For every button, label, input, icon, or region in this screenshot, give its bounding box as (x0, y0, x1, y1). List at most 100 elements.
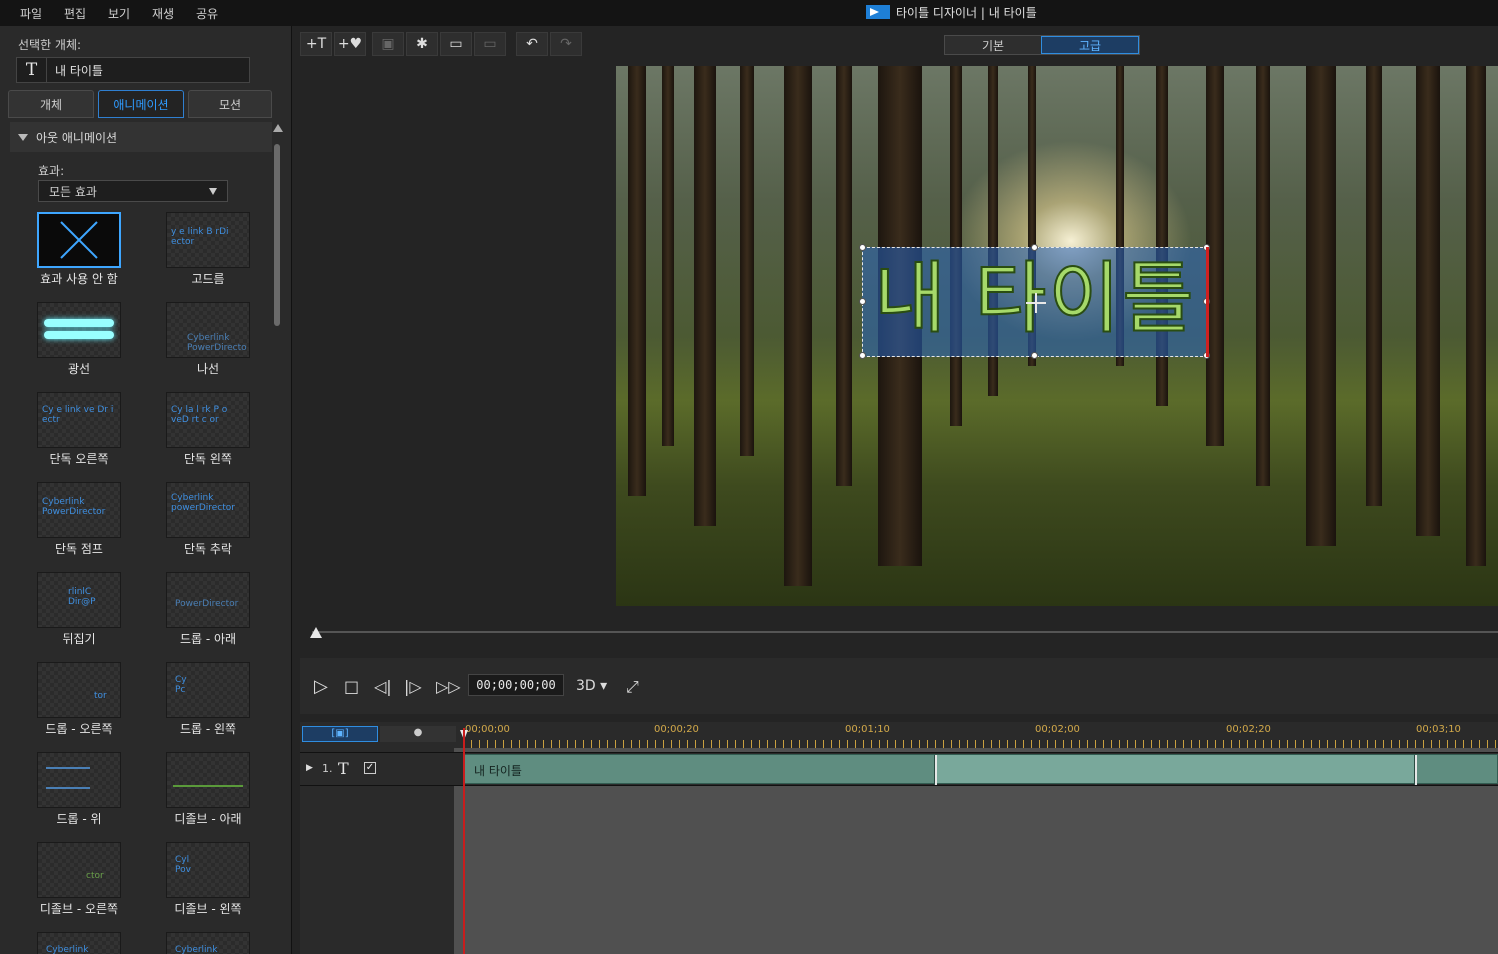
resize-handle[interactable] (859, 244, 866, 251)
background-button[interactable]: ▭ (440, 32, 472, 56)
insert-effect-icon: ✱ (416, 36, 428, 52)
selected-object-label: 선택한 개체: (18, 38, 82, 52)
tree-trunk (662, 66, 674, 446)
expand-triangle-icon[interactable]: ▶ (306, 763, 313, 773)
insert-image-button[interactable]: ▣ (372, 32, 404, 56)
preview-canvas[interactable]: 내 타이틀 (616, 66, 1498, 606)
effect-label: 뒤집기 (62, 632, 96, 646)
prev-frame-icon[interactable]: ◁| (374, 677, 392, 696)
insert-effect-button[interactable]: ✱ (406, 32, 438, 56)
effect-item[interactable]: Cyl Pov 디졸브 - 왼쪽 (148, 842, 268, 922)
effect-thumb (37, 212, 121, 268)
effect-thumb: Cy Pc (166, 662, 250, 718)
redo-button[interactable]: ↷ (550, 32, 582, 56)
mode-advanced-button[interactable]: 고급 (1041, 36, 1139, 54)
insert-particle-button[interactable]: +♥ (334, 32, 366, 56)
fast-forward-icon[interactable]: ▷▷ (436, 677, 461, 696)
effect-item[interactable]: Cyberlink (19, 932, 139, 954)
effect-thumb: ctor (37, 842, 121, 898)
tree-trunk (628, 66, 646, 496)
effect-label: 드롭 - 아래 (179, 632, 237, 646)
scroll-thumb[interactable] (274, 144, 280, 326)
insert-title-button[interactable]: +T (300, 32, 332, 56)
ruler-ticks (463, 740, 1498, 748)
light-streak (44, 319, 114, 327)
tab-object[interactable]: 개체 (8, 90, 94, 118)
background-icon: ▭ (449, 36, 463, 52)
tree-trunk (1416, 66, 1440, 536)
title-track-icon: T (338, 759, 349, 778)
clip-keyframe-marker[interactable] (934, 755, 937, 785)
play-icon[interactable]: ▷ (314, 676, 328, 697)
effect-thumb: Cyberlink (37, 932, 121, 954)
playhead-line[interactable] (463, 728, 465, 954)
effect-item[interactable]: rlinlC Dir@P 뒤집기 (19, 572, 139, 652)
tree-trunk (1256, 66, 1270, 486)
clip-effect-segment (936, 755, 1416, 783)
effect-item[interactable]: 디졸브 - 아래 (148, 752, 268, 832)
menu-share[interactable]: 공유 (196, 5, 218, 22)
mode-basic-button[interactable]: 기본 (945, 36, 1041, 54)
effect-preview-text: Cy Pc (175, 675, 187, 695)
tab-object-label: 개체 (39, 97, 63, 112)
designer-toolbar: +T +♥ ▣ ✱ ▭ ▭ ↶ ↷ (300, 32, 1498, 56)
undo-button[interactable]: ↶ (516, 32, 548, 56)
effect-item-none[interactable]: 효과 사용 안 함 (19, 212, 139, 292)
effect-thumb: Cyberlink (166, 932, 250, 954)
menu-edit[interactable]: 편집 (64, 5, 86, 22)
tab-animation[interactable]: 애니메이션 (98, 90, 184, 118)
effect-label: 디졸브 - 오른쪽 (39, 902, 119, 916)
scroll-up-icon[interactable] (273, 124, 283, 132)
next-frame-icon[interactable]: |▷ (404, 677, 422, 696)
selected-object-name: 내 타이틀 (55, 63, 103, 78)
resize-handle[interactable] (859, 352, 866, 359)
tree-trunk (784, 66, 812, 586)
effect-item[interactable]: 광선 (19, 302, 139, 382)
effect-item[interactable]: ctor 디졸브 - 오른쪽 (19, 842, 139, 922)
scrub-knob[interactable] (310, 627, 322, 638)
move-crosshair-icon[interactable] (1026, 293, 1046, 313)
3d-mode-button[interactable]: 3D ▾ (576, 678, 607, 694)
resize-handle[interactable] (859, 298, 866, 305)
mode-toggle: 기본 고급 (944, 35, 1140, 55)
title-text-object[interactable]: 내 타이틀 (859, 244, 1210, 359)
effect-thumb: Cyberlink powerDirector (166, 482, 250, 538)
track-enable-checkbox[interactable]: ✓ (364, 762, 376, 774)
effect-label: 고드름 (191, 272, 225, 286)
redo-icon: ↷ (560, 36, 572, 52)
remove-background-button[interactable]: ▭ (474, 32, 506, 56)
section-header-out-animation[interactable]: 아웃 애니메이션 (10, 122, 272, 152)
effect-filter-select[interactable]: 모든 효과 (38, 180, 228, 202)
selected-object-field[interactable]: T 내 타이틀 (16, 57, 250, 83)
effect-item[interactable]: Cy e link ve Dr i ectr 단독 오른쪽 (19, 392, 139, 472)
insert-title-icon: +T (305, 36, 327, 52)
effect-item[interactable]: y e link B rDi ector 고드름 (148, 212, 268, 292)
menu-play[interactable]: 재생 (152, 5, 174, 22)
effect-item[interactable]: tor 드롭 - 오른쪽 (19, 662, 139, 742)
effect-item[interactable]: Cyberlink powerDirector 단독 추락 (148, 482, 268, 562)
effect-item[interactable]: Cyberlink (148, 932, 268, 954)
scrub-track[interactable] (312, 631, 1498, 633)
resize-handle[interactable] (1031, 352, 1038, 359)
effects-scrollbar[interactable] (273, 122, 283, 954)
tab-motion[interactable]: 모션 (188, 90, 272, 118)
resize-handle[interactable] (1031, 244, 1038, 251)
effect-item[interactable]: Cyberlink PowerDirecto 나선 (148, 302, 268, 382)
menu-file[interactable]: 파일 (20, 5, 42, 22)
effect-item[interactable]: Cyberlink PowerDirector 단독 점프 (19, 482, 139, 562)
effect-item[interactable]: 드롭 - 위 (19, 752, 139, 832)
effect-label: 단독 왼쪽 (184, 452, 232, 466)
view-mode-button[interactable]: [▣] (302, 726, 378, 742)
effect-item[interactable]: PowerDirector 드롭 - 아래 (148, 572, 268, 652)
clip-keyframe-marker[interactable] (1414, 755, 1417, 785)
marker-button[interactable]: ● (380, 726, 456, 742)
fullscreen-icon[interactable]: ⤢ (626, 677, 639, 697)
title-clip[interactable]: 내 타이틀 (463, 754, 1498, 785)
left-panel: 선택한 개체: T 내 타이틀 개체 애니메이션 모션 아웃 애니메이션 효과:… (0, 26, 292, 954)
stop-icon[interactable]: □ (344, 677, 359, 696)
timecode-display[interactable]: 00;00;00;00 (468, 674, 564, 696)
effect-item[interactable]: Cy Pc 드롭 - 왼쪽 (148, 662, 268, 742)
effect-thumb: Cyl Pov (166, 842, 250, 898)
effect-item[interactable]: Cy la l rk P o veD rt c or 단독 왼쪽 (148, 392, 268, 472)
menu-view[interactable]: 보기 (108, 5, 130, 22)
